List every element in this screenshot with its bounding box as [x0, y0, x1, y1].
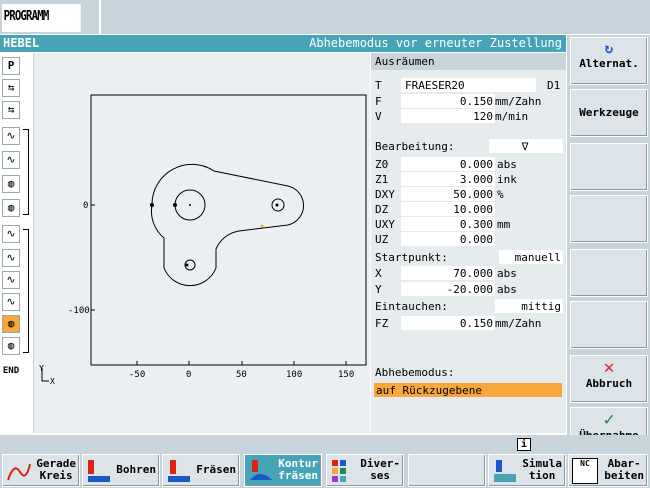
param-row-abhebemodus: auf Rückzugebene — [371, 383, 566, 398]
mill-icon — [168, 460, 190, 482]
contour-icon[interactable]: ∿ — [2, 249, 20, 267]
x-tick: 150 — [338, 370, 354, 380]
x-tick: -50 — [129, 370, 145, 380]
pocket-icon[interactable]: ◍ — [2, 337, 20, 355]
machining-select[interactable]: ∇ — [489, 139, 563, 153]
pocket-icon[interactable]: ◍ — [2, 199, 20, 217]
softkey-empty[interactable] — [570, 143, 648, 191]
param-row-FZ: FZ 0.150 mm/Zahn — [375, 316, 542, 330]
cycle-title: Ausräumen — [371, 53, 566, 70]
drill-icon — [88, 460, 110, 482]
step-bracket — [23, 229, 29, 353]
werkzeuge-button[interactable]: Werkzeuge — [570, 89, 648, 137]
speed-field[interactable]: 120 — [401, 109, 495, 123]
alternat-button[interactable]: ↻ Alternat. — [570, 37, 648, 85]
program-end-step[interactable]: END — [2, 363, 20, 381]
abarbeiten-button[interactable]: NC Abar-beiten — [568, 454, 648, 487]
bottom-softkey-bar: i Gerade Kreis Bohren Fräsen Kontur fräsen… — [0, 435, 650, 488]
diverses-button[interactable]: Diver-ses — [326, 454, 404, 487]
param-row-V: V 120 m/min — [375, 109, 529, 123]
pocket-icon-selected[interactable]: ◍ — [2, 315, 20, 333]
contour-plot: -50 0 50 100 150 0 -100 Y X — [39, 94, 367, 386]
softkey-empty[interactable] — [570, 249, 648, 297]
right-softkey-bar: ↻ Alternat. Werkzeuge ✕ Abbruch ✓ Überna… — [567, 35, 650, 455]
pocket-icon[interactable]: ◍ — [2, 175, 20, 193]
divider — [99, 0, 101, 34]
contour-icon[interactable]: ∿ — [2, 225, 20, 243]
plunge-select[interactable]: mittig — [495, 299, 563, 313]
contour-icon[interactable]: ∿ — [2, 151, 20, 169]
x-field[interactable]: 70.000 — [401, 266, 495, 280]
gerade-kreis-button[interactable]: Gerade Kreis — [2, 454, 80, 487]
z1-field[interactable]: 3.000 — [401, 172, 495, 186]
uz-field[interactable]: 0.000 — [401, 232, 495, 246]
x-tick: 100 — [286, 370, 302, 380]
param-row-Y: Y -20.000 abs — [375, 282, 517, 296]
contour-graphic: -50 0 50 100 150 0 -100 Y X — [34, 53, 370, 433]
misc-icon — [332, 460, 346, 482]
retract-mode-select[interactable]: auf Rückzugebene — [374, 383, 562, 397]
param-row-abhebemodus-label: Abhebemodus: — [375, 366, 455, 379]
softkey-empty[interactable] — [570, 195, 648, 243]
fraesen-button[interactable]: Fräsen — [162, 454, 240, 487]
parameter-hint: Abhebemodus vor erneuter Zustellung — [309, 36, 562, 50]
y-field[interactable]: -20.000 — [401, 282, 495, 296]
parameter-panel: Ausräumen T FRAESER20 D1 F 0.150 mm/Zahn… — [371, 53, 566, 433]
check-icon: ✓ — [603, 409, 615, 430]
dz-field[interactable]: 10.000 — [401, 202, 495, 216]
softkey-empty[interactable] — [570, 301, 648, 349]
param-row-Z0: Z0 0.000 abs — [375, 157, 517, 171]
param-row-UZ: UZ 0.000 — [375, 232, 495, 246]
cancel-icon: ✕ — [603, 357, 615, 378]
abbruch-button[interactable]: ✕ Abbruch — [570, 355, 648, 403]
startpoint-select[interactable]: manuell — [499, 250, 563, 264]
z0-field[interactable]: 0.000 — [401, 157, 495, 171]
softkey-empty[interactable] — [408, 454, 486, 487]
tool-field[interactable]: FRAESER20 — [401, 78, 536, 92]
simulation-icon — [494, 460, 516, 482]
line-circle-icon — [7, 463, 31, 481]
dxy-field[interactable]: 50.000 — [401, 187, 495, 201]
transform-icon[interactable]: ⇆ — [2, 79, 20, 97]
contour-name: HEBEL — [3, 36, 40, 50]
uxy-field[interactable]: 0.300 — [401, 217, 495, 231]
param-row-bearbeitung: Bearbeitung: ∇ — [371, 139, 566, 154]
start-point — [260, 224, 264, 228]
contour-mill-icon — [250, 460, 272, 480]
simulation-button[interactable]: Simula tion — [488, 454, 566, 487]
header-bar: HEBEL Abhebemodus vor erneuter Zustellun… — [0, 35, 566, 52]
param-row-startpunkt: Startpunkt: manuell — [375, 250, 563, 264]
nc-file-icon: NC — [572, 458, 598, 484]
param-row-F: F 0.150 mm/Zahn — [375, 94, 542, 108]
contour-icon[interactable]: ∿ — [2, 127, 20, 145]
contour-icon[interactable]: ∿ — [2, 293, 20, 311]
param-row-X: X 70.000 abs — [375, 266, 517, 280]
y-tick: 0 — [83, 201, 88, 211]
info-icon[interactable]: i — [517, 438, 531, 451]
transform-icon[interactable]: ⇆ — [2, 101, 20, 119]
param-row-eintauchen: Eintauchen: mittig — [375, 299, 563, 313]
cycle-icon: ↻ — [604, 41, 614, 57]
program-steps-column: P ⇆ ⇆ ∿ ∿ ◍ ◍ ∿ ∿ ∿ ∿ ◍ ◍ END — [0, 53, 34, 433]
kontur-fraesen-button[interactable]: Kontur fräsen — [244, 454, 322, 487]
program-header-step[interactable]: P — [2, 57, 20, 75]
param-row-UXY: UXY 0.300 mm — [375, 217, 511, 231]
workpiece-outline — [90, 94, 367, 366]
top-bar: PROGRAMM — [0, 0, 650, 34]
bohren-button[interactable]: Bohren — [82, 454, 160, 487]
feed-field[interactable]: 0.150 — [401, 94, 495, 108]
x-tick: 50 — [236, 370, 247, 380]
step-bracket — [23, 129, 29, 215]
contour-icon[interactable]: ∿ — [2, 271, 20, 289]
param-row-T: T FRAESER20 D1 — [375, 78, 561, 92]
y-tick: -100 — [68, 306, 90, 316]
fz-field[interactable]: 0.150 — [401, 316, 495, 330]
param-row-DZ: DZ 10.000 — [375, 202, 495, 216]
x-tick: 0 — [186, 370, 191, 380]
axis-x-label: X — [50, 377, 55, 386]
axis-y-label: Y — [39, 364, 44, 373]
program-title: PROGRAMM — [2, 4, 81, 32]
param-row-DXY: DXY 50.000 % — [375, 187, 504, 201]
param-row-Z1: Z1 3.000 ink — [375, 172, 517, 186]
